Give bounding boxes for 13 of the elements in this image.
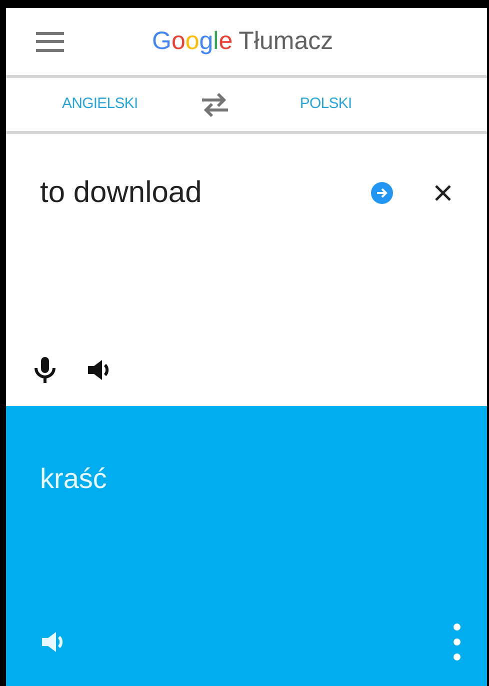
menu-button[interactable]: [36, 30, 64, 54]
input-field[interactable]: to download: [40, 170, 371, 215]
translate-button[interactable]: [371, 182, 393, 204]
logo: Google: [152, 26, 233, 57]
swap-languages-button[interactable]: [200, 92, 230, 118]
translation-text: kraść: [40, 462, 107, 496]
target-language-tab[interactable]: POLSKI: [300, 93, 352, 116]
arrow-icon: [376, 186, 388, 198]
close-button[interactable]: [433, 182, 453, 202]
app-title: Tłumacz: [238, 26, 334, 57]
microphone-icon[interactable]: [34, 356, 56, 384]
more-options-icon[interactable]: [453, 622, 461, 662]
source-language-tab[interactable]: ANGIELSKI: [62, 93, 138, 116]
